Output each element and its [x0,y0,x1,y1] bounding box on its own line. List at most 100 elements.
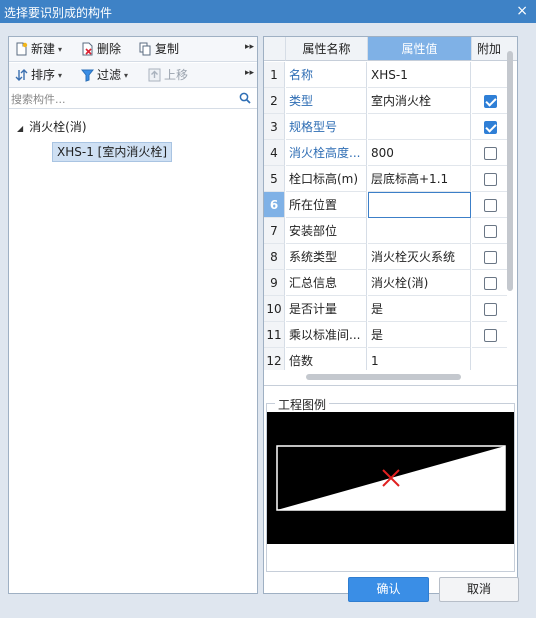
property-value-cell[interactable] [368,192,471,218]
copy-button[interactable]: 复制 [139,41,179,58]
property-name-cell[interactable]: 乘以标准间... [286,322,367,348]
property-name-cell[interactable]: 名称 [286,62,367,88]
add-checkbox[interactable] [484,277,497,290]
property-name-cell[interactable]: 系统类型 [286,244,367,270]
tree-node-label: XHS-1 [室内消火栓] [57,145,168,159]
row-number: 3 [264,114,285,140]
table-row[interactable]: 5 栓口标高(m) 层底标高+1.1 [264,166,517,192]
toolbar-overflow-icon[interactable]: ▸▸ [245,68,254,78]
row-number-header [264,37,286,61]
row-number: 12 [264,348,285,370]
property-name-cell[interactable]: 栓口标高(m) [286,166,367,192]
add-checkbox[interactable] [484,173,497,186]
add-cell [472,62,507,88]
toolbar-overflow-icon[interactable]: ▸▸ [245,42,254,52]
property-value-cell[interactable]: 800 [368,140,471,166]
search-bar [9,90,257,109]
add-checkbox[interactable] [484,303,497,316]
add-cell [472,244,507,270]
add-checkbox[interactable] [484,251,497,264]
tree-node-hydrant-group[interactable]: ◢ 消火栓(消) [17,118,87,136]
property-name-cell[interactable]: 所在位置 [286,192,367,218]
property-value-cell[interactable]: 是 [368,322,471,348]
move-up-button[interactable]: 上移 [148,67,188,84]
row-number: 11 [264,322,285,348]
property-value-cell[interactable]: 消火栓灭火系统 [368,244,471,270]
table-row[interactable]: 7 安装部位 [264,218,517,244]
table-row[interactable]: 8 系统类型 消火栓灭火系统 [264,244,517,270]
tree-node-xhs-1[interactable]: XHS-1 [室内消火栓] [52,142,173,162]
table-row[interactable]: 11 乘以标准间... 是 [264,322,517,348]
sort-label: 排序 [31,68,56,82]
property-value-cell[interactable]: XHS-1 [368,62,471,88]
hydrant-legend-graphic [276,445,506,511]
component-list-panel: 新建 ▾ 删除 复制 ▸▸ 排序 ▾ 过滤 ▾ 上移 ▸▸ 搜索构件... ◢ … [8,36,258,594]
sort-button[interactable]: 排序 ▾ [15,67,62,84]
new-document-icon [15,42,28,56]
horizontal-scrollbar[interactable] [306,374,461,380]
add-checkbox[interactable] [484,225,497,238]
chevron-down-icon: ▾ [58,71,63,80]
vertical-scrollbar[interactable] [507,51,513,291]
column-header-value[interactable]: 属性值 [368,37,472,61]
property-name-cell[interactable]: 安装部位 [286,218,367,244]
row-number: 5 [264,166,285,192]
property-value-cell[interactable]: 1 [368,348,471,370]
search-input[interactable] [11,91,235,107]
add-cell [472,166,507,192]
property-name-cell[interactable]: 消火栓高度... [286,140,367,166]
add-cell [472,140,507,166]
chevron-down-icon: ▾ [58,45,63,54]
table-row[interactable]: 6 所在位置 [264,192,517,218]
filter-icon [80,68,95,82]
copy-label: 复制 [155,42,180,56]
add-cell [472,114,507,140]
table-row[interactable]: 1 名称 XHS-1 [264,62,517,88]
property-value-cell[interactable] [368,114,471,140]
new-label: 新建 [31,42,56,56]
delete-button[interactable]: 删除 [81,41,121,58]
add-checkbox[interactable] [484,147,497,160]
move-up-icon [148,68,161,82]
legend-canvas [267,412,514,544]
expand-icon[interactable]: ◢ [17,124,23,133]
row-number: 1 [264,62,285,88]
add-checkbox[interactable] [484,95,497,108]
table-row[interactable]: 4 消火栓高度... 800 [264,140,517,166]
property-value-cell[interactable] [368,218,471,244]
table-row[interactable]: 9 汇总信息 消火栓(消) [264,270,517,296]
property-name-cell[interactable]: 汇总信息 [286,270,367,296]
window-title: 选择要识别成的构件 [4,6,113,20]
chevron-down-icon: ▾ [124,71,129,80]
table-row[interactable]: 2 类型 室内消火栓 [264,88,517,114]
add-checkbox[interactable] [484,329,497,342]
property-value-cell[interactable]: 消火栓(消) [368,270,471,296]
add-cell [472,88,507,114]
new-button[interactable]: 新建 ▾ [15,41,62,58]
table-row[interactable]: 12 倍数 1 [264,348,517,370]
add-cell [472,270,507,296]
property-name-cell[interactable]: 是否计量 [286,296,367,322]
add-checkbox[interactable] [484,121,497,134]
property-value-cell[interactable]: 是 [368,296,471,322]
row-number: 4 [264,140,285,166]
sort-icon [15,68,28,82]
cancel-button[interactable]: 取消 [439,577,519,602]
legend-title: 工程图例 [275,396,330,413]
close-icon[interactable]: × [516,3,528,19]
property-name-cell[interactable]: 规格型号 [286,114,367,140]
confirm-button[interactable]: 确认 [348,577,429,602]
table-row[interactable]: 10 是否计量是 [264,296,517,322]
property-name-cell[interactable]: 倍数 [286,348,367,370]
property-name-cell[interactable]: 类型 [286,88,367,114]
property-value-cell[interactable]: 室内消火栓 [368,88,471,114]
property-panel: 属性名称 属性值 附加 1 名称 XHS-1 2 类型 室内消火栓 3 规格型号 4 消火栓高度.… [263,36,518,594]
search-icon[interactable] [239,92,251,107]
divider [264,385,517,386]
column-header-name[interactable]: 属性名称 [286,37,368,61]
property-value-cell[interactable]: 层底标高+1.1 [368,166,471,192]
table-row[interactable]: 3 规格型号 [264,114,517,140]
filter-button[interactable]: 过滤 ▾ [80,67,129,84]
row-number: 10 [264,296,285,322]
add-checkbox[interactable] [484,199,497,212]
